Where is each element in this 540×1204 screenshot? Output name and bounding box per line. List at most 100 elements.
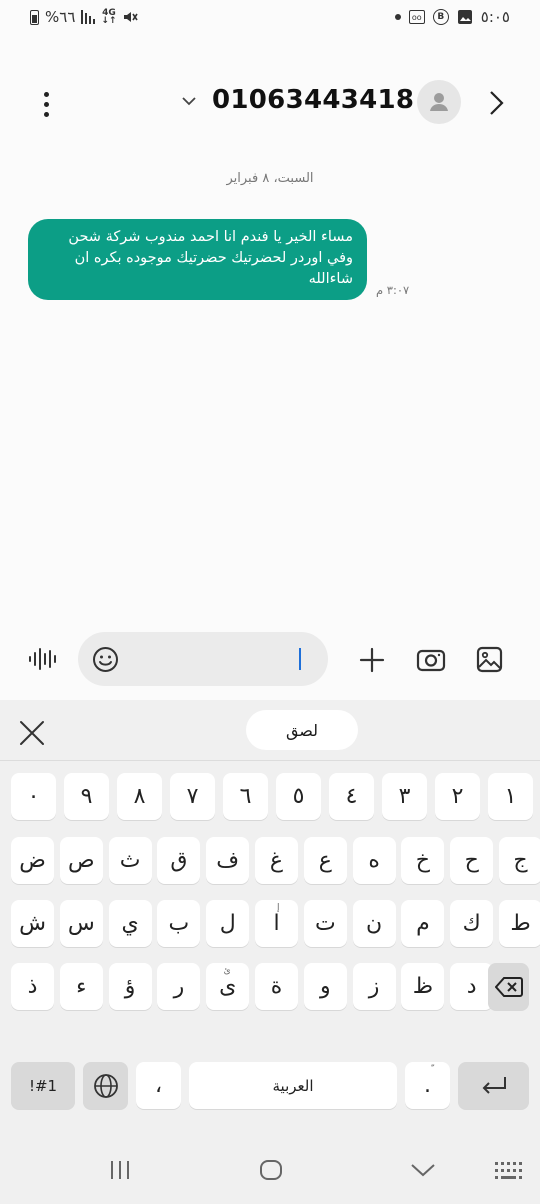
key-3-3[interactable]: ر xyxy=(157,963,201,1010)
language-key[interactable] xyxy=(83,1062,128,1109)
key-0-8[interactable]: ٢ xyxy=(435,773,480,820)
conversation-header: 01063443418 xyxy=(0,70,540,134)
key-0-9[interactable]: ١ xyxy=(488,773,533,820)
paste-button[interactable]: لصق xyxy=(246,710,358,750)
key-label: و xyxy=(319,974,331,999)
text-caret xyxy=(299,648,301,670)
key-3-9[interactable]: د xyxy=(450,963,494,1010)
close-icon[interactable] xyxy=(18,719,46,747)
key-1-3[interactable]: ق xyxy=(157,837,201,884)
key-label: ٩ xyxy=(80,784,93,809)
home-icon[interactable] xyxy=(259,1159,283,1181)
key-1-10[interactable]: ج xyxy=(499,837,540,884)
comma-key[interactable]: ، xyxy=(136,1062,181,1109)
key-1-6[interactable]: ع xyxy=(303,837,347,884)
key-3-1[interactable]: ء xyxy=(59,963,103,1010)
key-label: ط xyxy=(510,911,531,936)
key-label: ذ xyxy=(27,974,38,999)
key-2-8[interactable]: م xyxy=(401,900,445,947)
key-2-2[interactable]: ي xyxy=(108,900,152,947)
key-label: ي xyxy=(121,911,139,936)
period-key[interactable]: ّ. xyxy=(405,1062,450,1109)
paste-label: لصق xyxy=(285,720,319,740)
contact-phone-number[interactable]: 01063443418 xyxy=(212,85,414,115)
key-label: ٨ xyxy=(133,784,146,809)
key-2-9[interactable]: ك xyxy=(450,900,494,947)
key-1-7[interactable]: ه xyxy=(352,837,396,884)
camera-icon[interactable] xyxy=(416,647,446,673)
keyboard-icon[interactable] xyxy=(493,1160,523,1182)
key-3-8[interactable]: ظ xyxy=(401,963,445,1010)
comma-label: ، xyxy=(154,1073,163,1098)
person-icon xyxy=(430,93,448,111)
key-3-5[interactable]: ة xyxy=(255,963,298,1010)
key-label: ك xyxy=(462,911,481,936)
b-app-icon: B xyxy=(432,9,449,25)
add-attachment-icon[interactable] xyxy=(358,646,386,674)
network-label: 4G xyxy=(102,8,116,18)
key-0-3[interactable]: ٧ xyxy=(170,773,215,820)
key-1-1[interactable]: ص xyxy=(59,837,103,884)
keyboard: لصق ٠ ٩ ٨ ٧ ٦ ٥ ٤ ٣ ٢ ١ ضصث ق ف غ ع ه خ ح ج شس ي ب ل إا ت ن م ك ط ذ ء ؤ… xyxy=(0,700,540,1140)
key-label: ب xyxy=(168,911,190,936)
image-notification-icon xyxy=(457,10,472,24)
key-label: ٤ xyxy=(345,784,358,809)
chevron-down-icon[interactable] xyxy=(410,1162,436,1178)
notification-dot-icon xyxy=(394,14,401,20)
emoji-icon[interactable] xyxy=(92,646,119,673)
message-bubble[interactable]: مساء الخير يا فندم انا احمد مندوب شركة ش… xyxy=(28,219,367,300)
key-2-10[interactable]: ط xyxy=(499,900,540,947)
key-3-6[interactable]: و xyxy=(303,963,347,1010)
key-2-3[interactable]: ب xyxy=(157,900,201,947)
key-0-7[interactable]: ٣ xyxy=(382,773,427,820)
enter-key[interactable] xyxy=(458,1062,529,1109)
key-label: ل xyxy=(219,911,236,936)
backspace-icon xyxy=(494,976,523,997)
mute-icon xyxy=(124,12,139,22)
key-1-4[interactable]: ف xyxy=(206,837,250,884)
key-1-8[interactable]: خ xyxy=(401,837,445,884)
message-input[interactable] xyxy=(128,632,298,686)
recent-apps-icon[interactable] xyxy=(109,1160,131,1180)
key-label: ض xyxy=(19,848,46,873)
avatar[interactable] xyxy=(417,80,461,124)
key-3-2[interactable]: ؤ xyxy=(108,963,152,1010)
key-3-7[interactable]: ز xyxy=(352,963,396,1010)
key-label: ع xyxy=(318,848,332,873)
space-key[interactable]: العربية xyxy=(189,1062,397,1109)
key-2-1[interactable]: س xyxy=(59,900,103,947)
key-2-0[interactable]: ش xyxy=(11,900,54,947)
key-0-2[interactable]: ٨ xyxy=(117,773,162,820)
key-2-6[interactable]: ت xyxy=(303,900,347,947)
message-input-container[interactable] xyxy=(78,632,328,686)
key-3-0[interactable]: ذ xyxy=(11,963,54,1010)
message-time: ٣:٠٧ م xyxy=(376,283,410,297)
key-superscript: إ xyxy=(276,903,280,913)
backspace-key[interactable] xyxy=(488,963,529,1010)
key-2-4[interactable]: ل xyxy=(206,900,250,947)
key-0-1[interactable]: ٩ xyxy=(64,773,109,820)
key-0-5[interactable]: ٥ xyxy=(276,773,321,820)
key-2-7[interactable]: ن xyxy=(352,900,396,947)
key-0-4[interactable]: ٦ xyxy=(223,773,268,820)
chevron-right-icon[interactable] xyxy=(486,89,506,117)
voice-recorder-icon[interactable] xyxy=(28,646,58,672)
more-options-icon[interactable] xyxy=(36,90,56,120)
key-3-4[interactable]: ئى xyxy=(206,963,250,1010)
gallery-icon[interactable] xyxy=(476,646,503,673)
key-1-9[interactable]: ح xyxy=(450,837,494,884)
key-1-0[interactable]: ض xyxy=(11,837,54,884)
key-label: ء xyxy=(76,974,87,999)
symbols-key[interactable]: !#1 xyxy=(11,1062,75,1109)
key-0-6[interactable]: ٤ xyxy=(329,773,374,820)
key-2-5[interactable]: إا xyxy=(255,900,298,947)
key-label: ه xyxy=(368,848,380,873)
chevron-down-icon[interactable] xyxy=(180,94,198,108)
key-label: ٣ xyxy=(398,784,411,809)
battery-icon xyxy=(30,9,39,25)
key-label: ق xyxy=(170,848,188,873)
key-label: ف xyxy=(216,848,240,873)
key-1-5[interactable]: غ xyxy=(255,837,298,884)
key-1-2[interactable]: ث xyxy=(108,837,152,884)
key-0-0[interactable]: ٠ xyxy=(11,773,56,820)
